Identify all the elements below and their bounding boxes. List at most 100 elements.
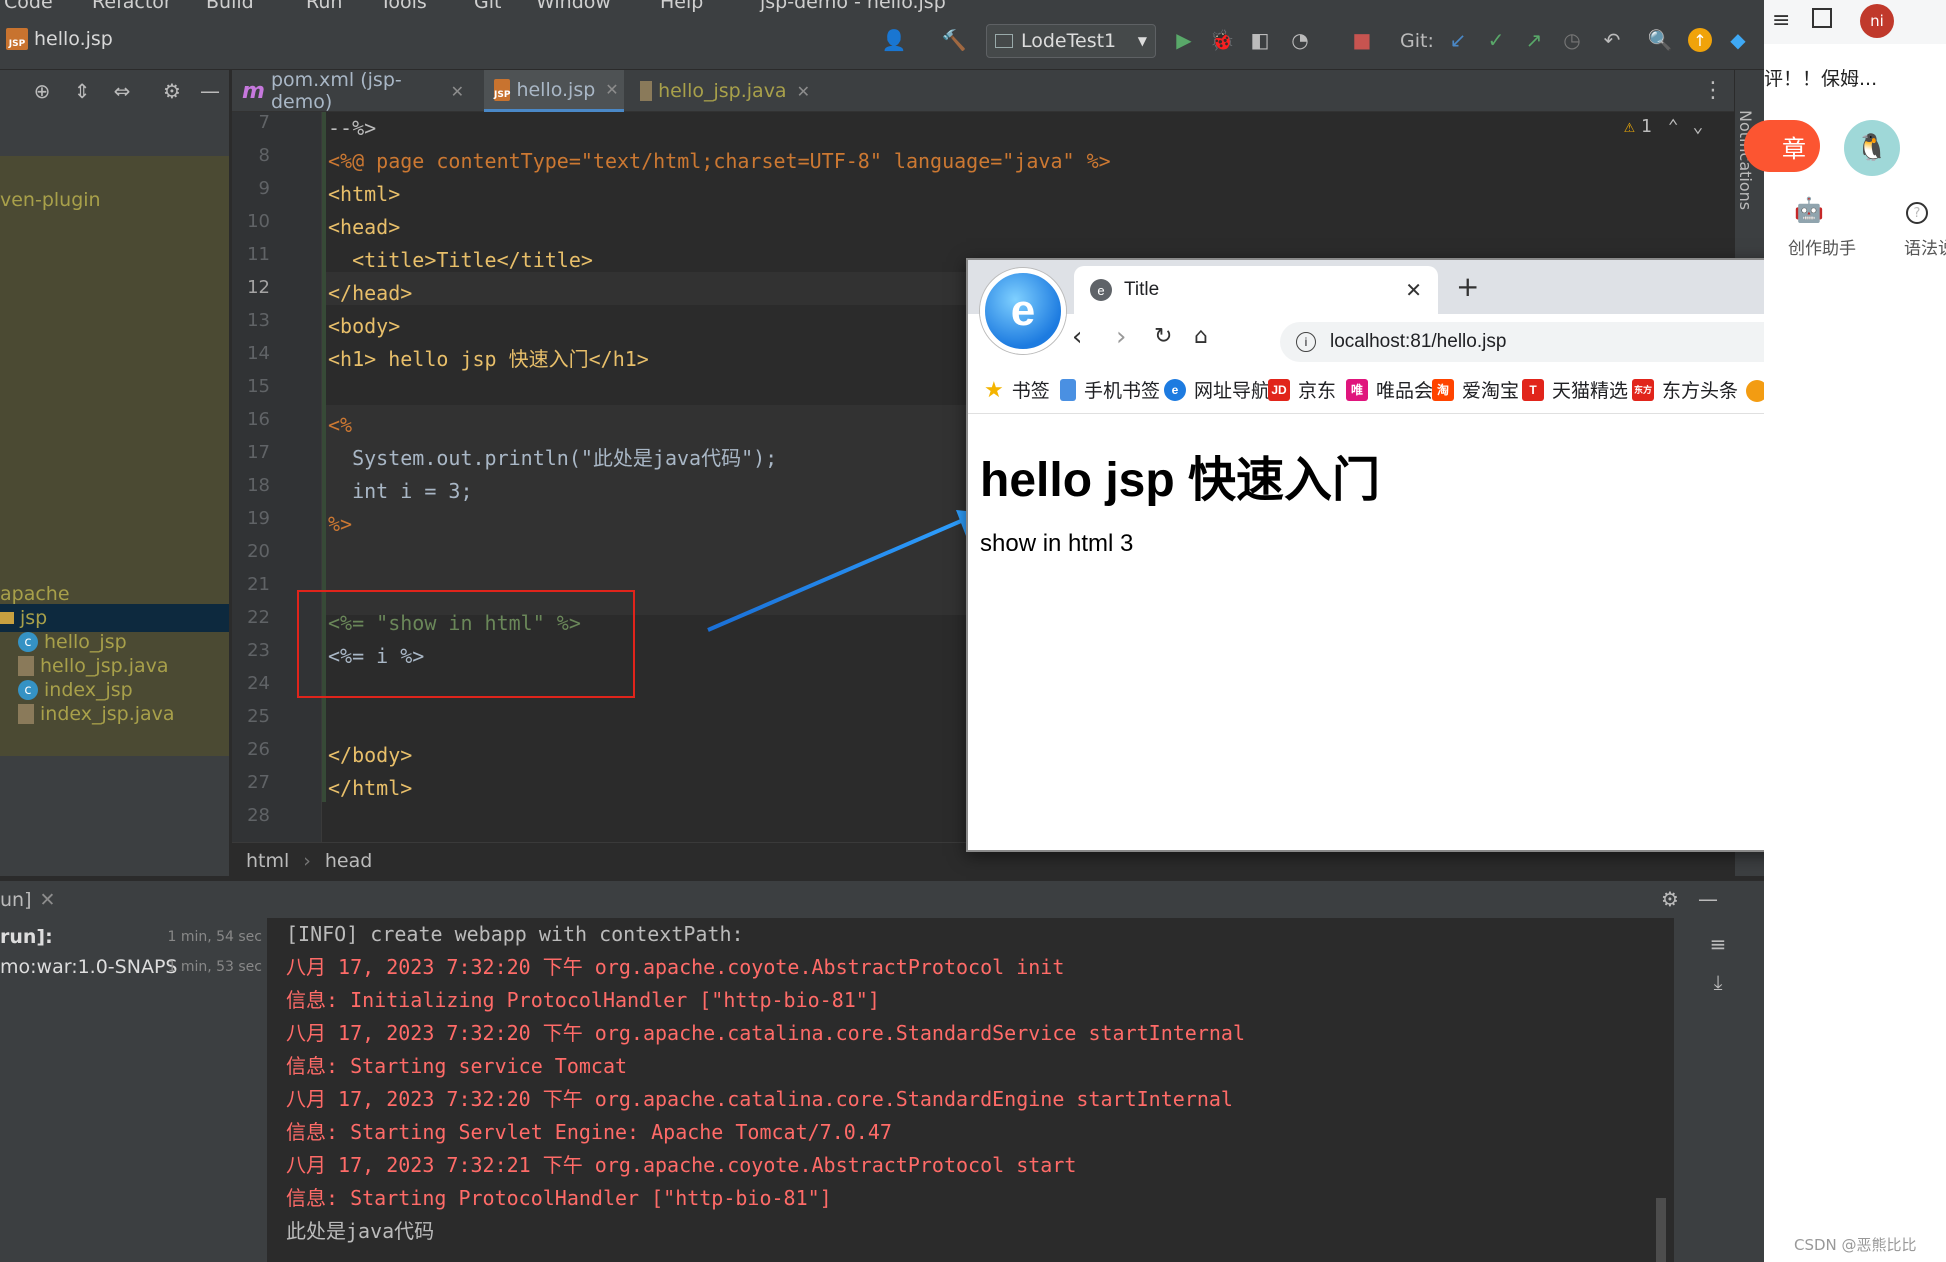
tree-item[interactable]: index_jsp.java	[18, 700, 175, 728]
home-icon[interactable]: ⌂	[1194, 324, 1208, 349]
expand-all-icon[interactable]: ⇕	[68, 77, 96, 105]
menu-item[interactable]: jsp-demo - hello.jsp	[760, 0, 946, 12]
update-icon[interactable]: ↑	[1686, 26, 1714, 54]
tree-item[interactable]: ven-plugin	[0, 186, 101, 214]
bookmark-item[interactable]: T 天猫精选	[1522, 376, 1628, 403]
info-icon[interactable]: i	[1296, 332, 1316, 352]
close-icon[interactable]: ✕	[451, 82, 464, 101]
tab-hello-jsp-java[interactable]: hello_jsp.java ✕	[630, 70, 820, 112]
browser-tab[interactable]: e Title ✕	[1074, 266, 1438, 314]
stop-icon[interactable]: ■	[1348, 26, 1376, 54]
debug-icon[interactable]: 🐞	[1208, 26, 1236, 54]
bookmark-item[interactable]: e 网址导航	[1164, 376, 1270, 403]
menu-item[interactable]: Window	[536, 0, 611, 12]
hide-icon[interactable]: —	[1694, 885, 1722, 913]
menu-item[interactable]: Code	[4, 0, 53, 12]
tmall-icon: T	[1522, 378, 1544, 401]
tab-favicon-icon: e	[1090, 279, 1112, 301]
menu-item[interactable]: Build	[206, 0, 254, 12]
code-line: <head>	[328, 215, 401, 239]
console-line: 信息: Starting service Tomcat	[286, 1054, 628, 1078]
bookmark-item[interactable]: 东方 东方头条	[1632, 376, 1738, 403]
line-number: 10	[247, 211, 270, 232]
bookmark-item[interactable]: 手机书签	[1060, 376, 1160, 403]
jsp-file-icon: JSP	[494, 78, 511, 101]
code-line: </head>	[328, 281, 413, 305]
run-tree-item[interactable]: mo:war:1.0-SNAPS 1 min, 53 sec	[0, 956, 268, 978]
run-tree-item[interactable]: run]: 1 min, 54 sec	[0, 926, 268, 948]
tab-pom-xml[interactable]: m pom.xml (jsp-demo) ✕	[232, 69, 474, 113]
run-icon[interactable]: ▶	[1170, 26, 1198, 54]
console-output[interactable]: [INFO] create webapp with contextPath: 八…	[268, 918, 1674, 1262]
collapse-all-icon[interactable]: ⇔	[108, 77, 136, 105]
close-icon[interactable]: ✕	[1405, 278, 1422, 303]
hide-icon[interactable]: —	[196, 77, 224, 105]
close-icon[interactable]: ✕	[605, 80, 618, 99]
history-icon[interactable]: ◷	[1558, 26, 1586, 54]
menu-item[interactable]: Run	[306, 0, 342, 12]
tool-label[interactable]: 语法说	[1904, 234, 1946, 259]
menu-item[interactable]: Git	[474, 0, 501, 12]
search-icon[interactable]: 🔍	[1646, 26, 1674, 54]
bookmark-item[interactable]: 淘 爱淘宝	[1432, 376, 1519, 403]
sidebar-toggle-icon[interactable]	[1812, 8, 1832, 28]
main-toolbar: JSP hello.jsp 👤 🔨 LodeTest1 ▼ ▶ 🐞 ◧ ◔ ■ …	[0, 12, 1764, 70]
git-push-icon[interactable]: ↗	[1520, 26, 1548, 54]
java-file-icon	[640, 81, 653, 101]
console-scrollbar[interactable]	[1656, 1198, 1666, 1262]
rollback-icon[interactable]: ↶	[1598, 26, 1626, 54]
bookmark-item[interactable]: JD 京东	[1268, 376, 1336, 403]
build-hammer-icon[interactable]: 🔨	[940, 26, 968, 54]
bookmark-item[interactable]: ★ 书签	[984, 376, 1050, 403]
tab-hello-jsp[interactable]: JSP hello.jsp ✕	[484, 70, 624, 112]
tool-label[interactable]: 创作助手	[1788, 234, 1856, 259]
new-tab-icon[interactable]: +	[1456, 270, 1479, 303]
menu-item[interactable]: Refactor	[92, 0, 172, 12]
menu-item[interactable]: Help	[660, 0, 703, 12]
breadcrumb-item[interactable]: head	[325, 850, 372, 872]
vip-icon: 唯	[1346, 378, 1368, 401]
chevron-down-icon[interactable]: ⌄	[1693, 116, 1704, 137]
gear-icon[interactable]: ⚙	[158, 77, 186, 105]
close-icon[interactable]: ✕	[797, 82, 810, 101]
avatar[interactable]: ni	[1860, 4, 1894, 38]
menu-item[interactable]: Tools	[380, 0, 427, 12]
gear-icon[interactable]: ⚙	[1656, 885, 1684, 913]
bookmark-item[interactable]: 唯 唯品会	[1346, 376, 1433, 403]
console-line: 八月 17, 2023 7:32:20 下午 org.apache.catali…	[286, 1021, 1245, 1045]
help-icon: ?	[1906, 202, 1928, 224]
chevron-up-icon[interactable]: ⌃	[1668, 116, 1679, 137]
line-number: 18	[247, 475, 270, 496]
code-line: <body>	[328, 314, 401, 338]
java-file-icon	[18, 656, 34, 676]
write-article-button[interactable]: 章	[1744, 120, 1820, 172]
line-number: 13	[247, 310, 270, 331]
scroll-to-end-icon[interactable]: ⤓	[1704, 968, 1732, 996]
right-page-text: 评！！保姆...	[1764, 68, 1878, 90]
run-tab[interactable]: un] ✕	[0, 889, 55, 911]
git-update-icon[interactable]: ↙	[1444, 26, 1472, 54]
breadcrumb-item[interactable]: html	[246, 850, 289, 872]
reload-icon[interactable]: ↻	[1154, 324, 1172, 349]
back-icon[interactable]: ‹	[1072, 322, 1082, 352]
line-number: 17	[247, 442, 270, 463]
plugin-icon[interactable]: ◆	[1724, 26, 1752, 54]
close-icon[interactable]: ✕	[40, 889, 56, 911]
locate-icon[interactable]: ⊕	[28, 77, 56, 105]
reading-list-icon[interactable]: ≡	[1772, 8, 1790, 33]
user-icon[interactable]: 👤	[880, 26, 908, 54]
avatar-image[interactable]: 🐧	[1844, 120, 1900, 176]
coverage-icon[interactable]: ◧	[1246, 26, 1274, 54]
forward-icon[interactable]: ›	[1116, 322, 1126, 352]
warnings-indicator[interactable]: ⚠ 1 ⌃ ⌄	[1624, 116, 1703, 137]
soft-wrap-icon[interactable]: ≡	[1704, 930, 1732, 958]
run-config-selector[interactable]: LodeTest1 ▼	[986, 24, 1156, 58]
profile-icon[interactable]: ◔	[1286, 26, 1314, 54]
more-tabs-icon[interactable]: ⋮	[1702, 78, 1724, 103]
console-side-toolbar: ≡ ⤓	[1674, 918, 1764, 1262]
code-line: <%	[328, 413, 353, 437]
git-commit-icon[interactable]: ✓	[1482, 26, 1510, 54]
current-file-breadcrumb[interactable]: JSP hello.jsp	[6, 28, 113, 50]
annotation-arrow	[707, 510, 996, 632]
page-text: show in html 3	[980, 530, 1134, 557]
